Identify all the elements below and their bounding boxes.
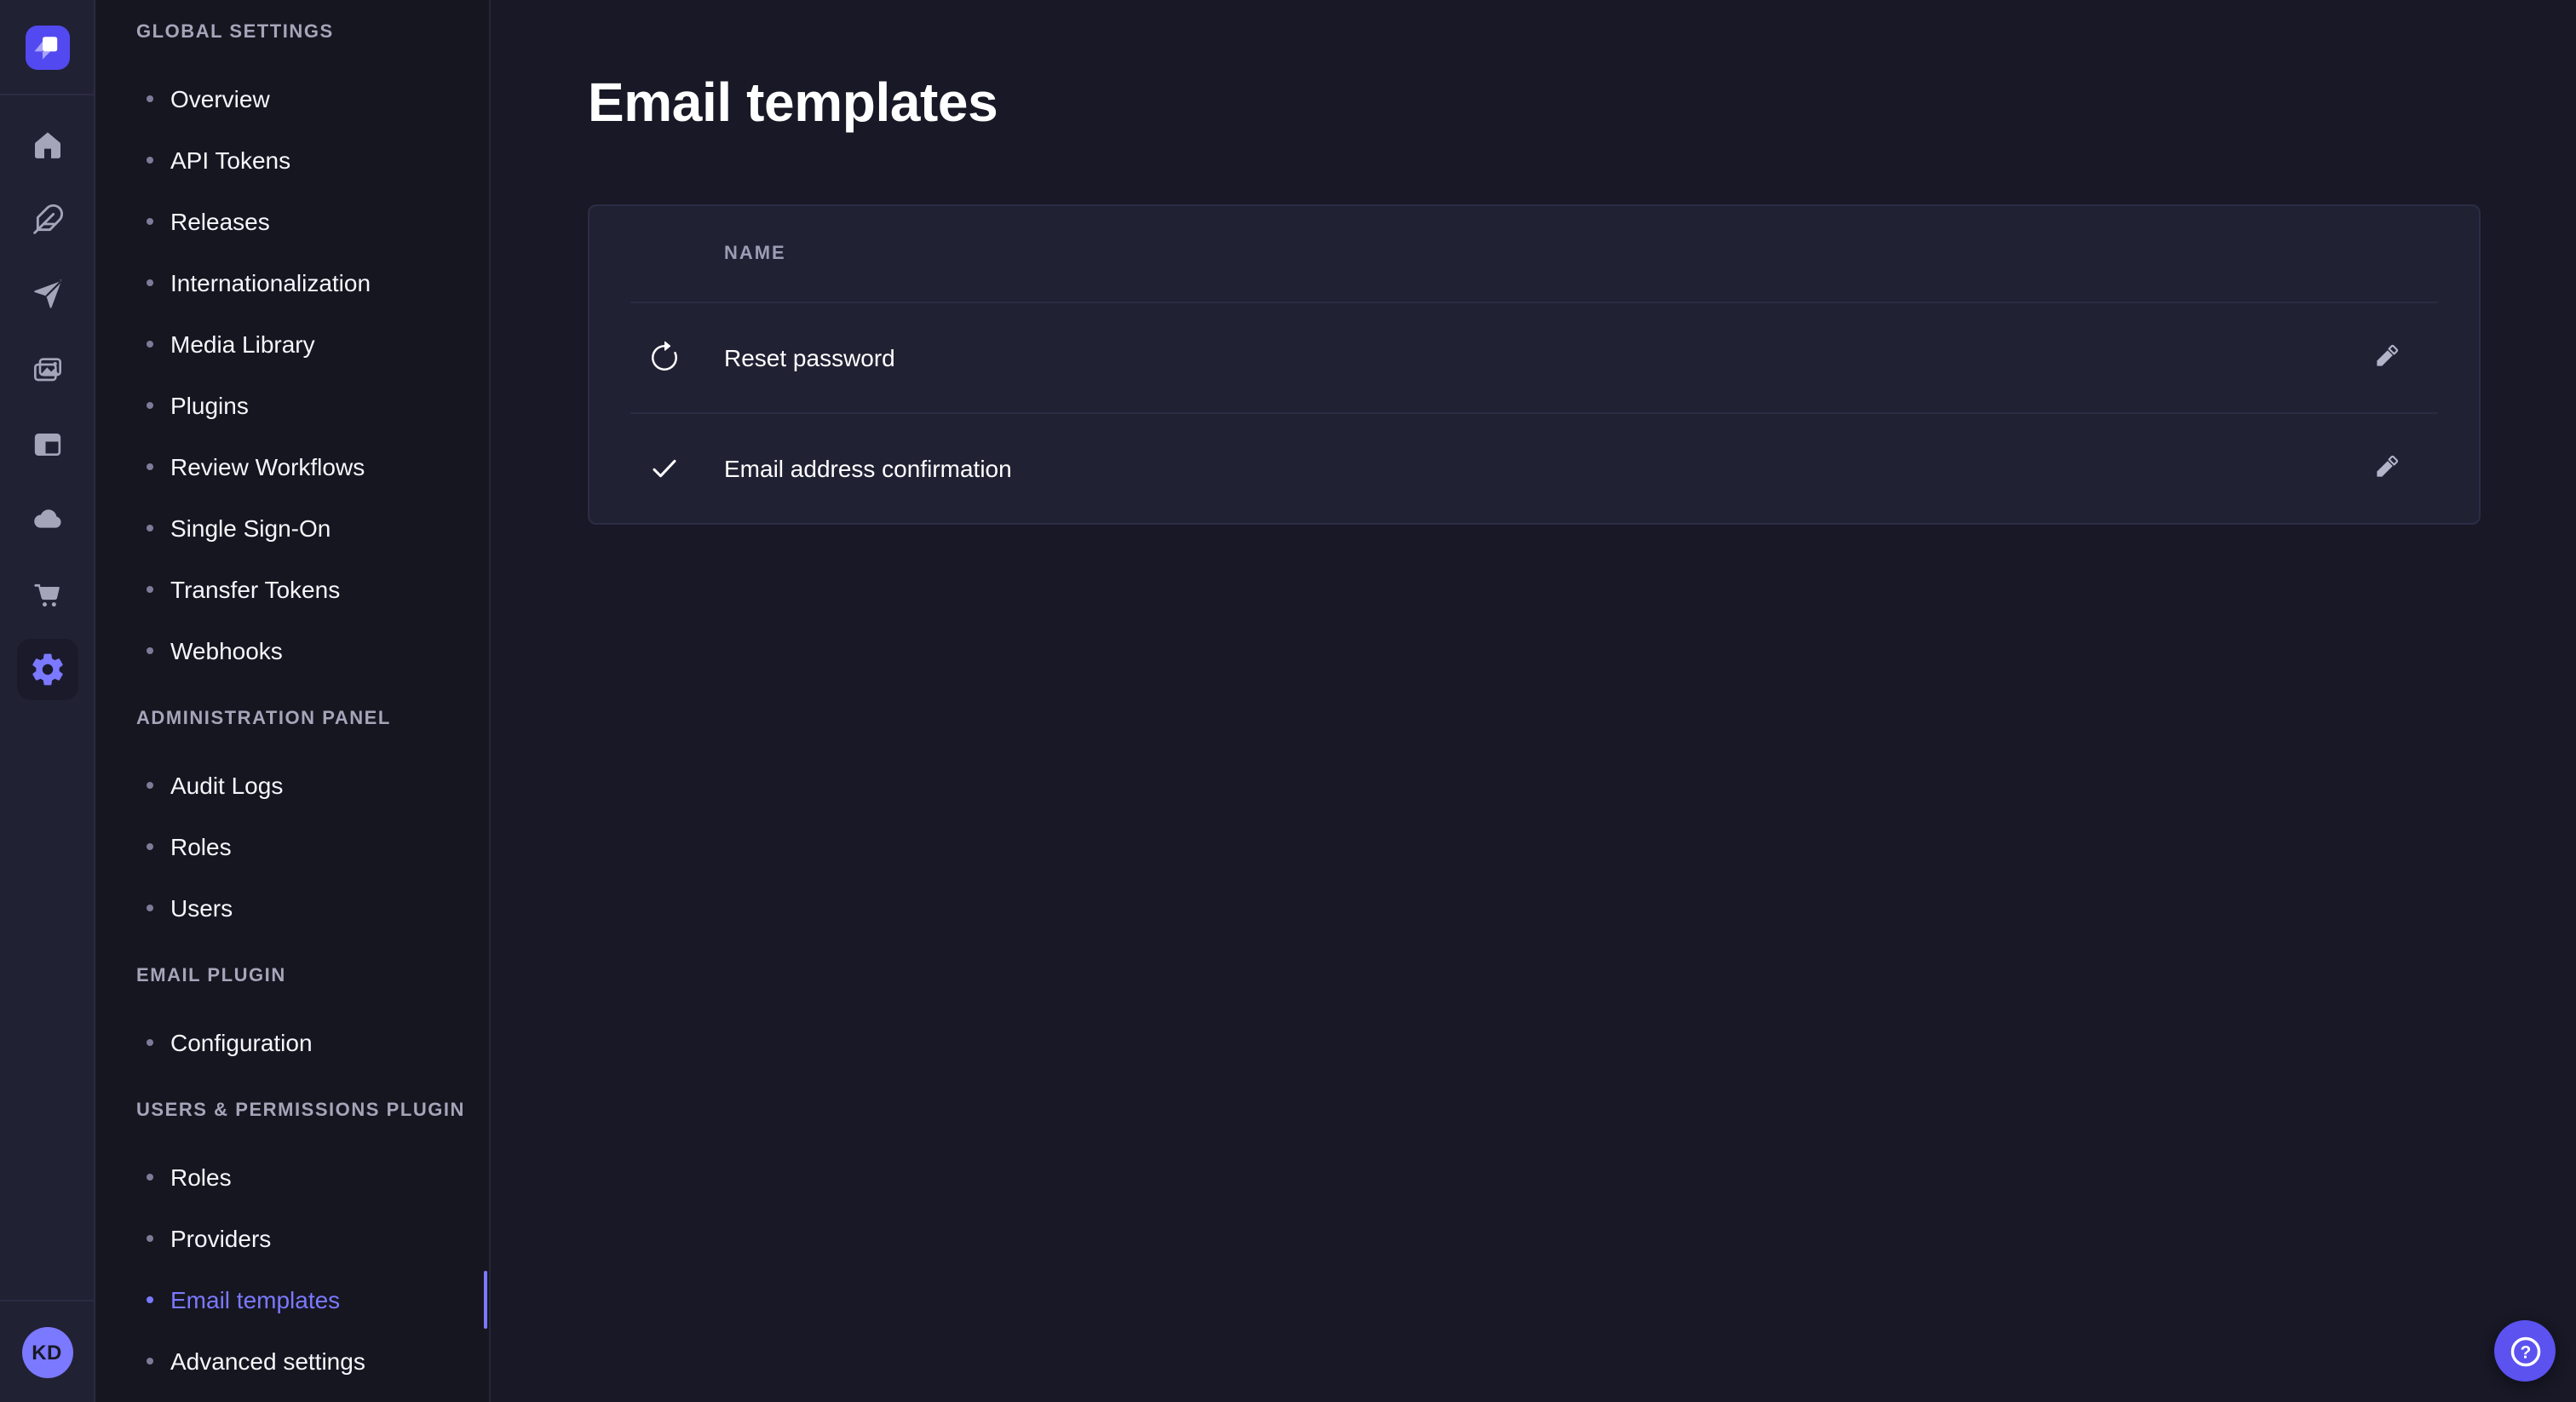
svg-text:?: ? xyxy=(2520,1342,2531,1361)
subnav-item-label: Advanced settings xyxy=(170,1347,365,1375)
gear-icon[interactable] xyxy=(16,639,78,700)
settings-subnav: GLOBAL SETTINGS Overview API Tokens Rele… xyxy=(95,0,491,1402)
subnav-item[interactable]: Single Sign-On xyxy=(95,497,489,559)
subnav-item[interactable]: Advanced settings xyxy=(95,1330,489,1392)
edit-button[interactable] xyxy=(2358,440,2412,495)
subnav-item-label: Providers xyxy=(170,1225,271,1252)
cloud-icon[interactable] xyxy=(16,489,78,550)
subnav-item-label: Review Workflows xyxy=(170,453,365,480)
layout-icon[interactable] xyxy=(16,414,78,475)
pencil-icon xyxy=(2371,453,2400,482)
paper-plane-icon[interactable] xyxy=(16,264,78,325)
feather-icon[interactable] xyxy=(16,189,78,250)
subnav-item-label: Media Library xyxy=(170,330,315,358)
subnav-section: ADMINISTRATION PANEL Audit Logs Roles Us… xyxy=(95,698,489,939)
rail-divider xyxy=(0,1300,94,1301)
table-header-name: NAME xyxy=(589,206,2479,302)
subnav-item[interactable]: Internationalization xyxy=(95,252,489,313)
subnav-section: GLOBAL SETTINGS Overview API Tokens Rele… xyxy=(95,12,489,681)
row-name: Reset password xyxy=(724,343,2358,371)
help-button[interactable]: ? xyxy=(2494,1320,2556,1382)
subnav-item-label: Single Sign-On xyxy=(170,514,331,542)
subnav-section-title: ADMINISTRATION PANEL xyxy=(95,698,489,739)
email-templates-table: NAME Reset password Email address confir… xyxy=(588,204,2481,525)
subnav-item[interactable]: Webhooks xyxy=(95,620,489,681)
subnav-item[interactable]: Media Library xyxy=(95,313,489,375)
rail-items xyxy=(0,95,94,700)
subnav-item-label: Transfer Tokens xyxy=(170,576,340,603)
check-icon xyxy=(647,451,681,485)
subnav-item-label: Users xyxy=(170,894,233,922)
subnav-item[interactable]: API Tokens xyxy=(95,129,489,191)
subnav-section-list: Audit Logs Roles Users xyxy=(95,755,489,939)
avatar[interactable]: KD xyxy=(21,1327,72,1378)
subnav-section: EMAIL PLUGIN Configuration xyxy=(95,956,489,1073)
edit-button[interactable] xyxy=(2358,330,2412,384)
subnav-section-title: EMAIL PLUGIN xyxy=(95,956,489,997)
subnav-section-list: Configuration xyxy=(95,1012,489,1073)
refresh-icon xyxy=(647,340,681,374)
subnav-item[interactable]: Email templates xyxy=(95,1269,489,1330)
subnav-item[interactable]: Providers xyxy=(95,1208,489,1269)
subnav-section-title: USERS & PERMISSIONS PLUGIN xyxy=(95,1090,489,1131)
subnav-item[interactable]: Roles xyxy=(95,816,489,877)
subnav-item-label: API Tokens xyxy=(170,147,290,174)
subnav-item-label: Internationalization xyxy=(170,269,371,296)
main-content: Email templates NAME Reset password Emai… xyxy=(492,0,2576,1402)
subnav-item[interactable]: Releases xyxy=(95,191,489,252)
page-title: Email templates xyxy=(588,68,2481,136)
subnav-item[interactable]: Users xyxy=(95,877,489,939)
subnav-sections: GLOBAL SETTINGS Overview API Tokens Rele… xyxy=(95,12,489,1392)
rail-bottom: KD xyxy=(0,1300,94,1402)
subnav-item-label: Webhooks xyxy=(170,637,283,664)
table-row[interactable]: Email address confirmation xyxy=(589,412,2479,523)
subnav-item-label: Roles xyxy=(170,1164,232,1191)
row-name: Email address confirmation xyxy=(724,454,2358,481)
subnav-item-label: Roles xyxy=(170,833,232,860)
subnav-item-label: Configuration xyxy=(170,1029,313,1056)
table-row[interactable]: Reset password xyxy=(589,302,2479,412)
subnav-item-label: Audit Logs xyxy=(170,772,283,799)
home-icon[interactable] xyxy=(16,114,78,175)
subnav-item[interactable]: Plugins xyxy=(95,375,489,436)
subnav-item[interactable]: Roles xyxy=(95,1146,489,1208)
subnav-item[interactable]: Transfer Tokens xyxy=(95,559,489,620)
subnav-item-label: Releases xyxy=(170,208,270,235)
subnav-item-label: Plugins xyxy=(170,392,249,419)
media-library-icon[interactable] xyxy=(16,339,78,400)
subnav-section-list: Overview API Tokens Releases Internation… xyxy=(95,68,489,681)
main-nav-rail: KD xyxy=(0,0,95,1402)
table-body: Reset password Email address confirmatio… xyxy=(589,302,2479,523)
subnav-section-list: Roles Providers Email templates Advanced… xyxy=(95,1146,489,1392)
subnav-item[interactable]: Configuration xyxy=(95,1012,489,1073)
strapi-logo-icon[interactable] xyxy=(25,26,69,70)
subnav-section-title: GLOBAL SETTINGS xyxy=(95,12,489,53)
app-window: KD GLOBAL SETTINGS Overview API Tokens R… xyxy=(0,0,2576,1402)
subnav-item-label: Email templates xyxy=(170,1286,340,1313)
subnav-item[interactable]: Audit Logs xyxy=(95,755,489,816)
subnav-item[interactable]: Overview xyxy=(95,68,489,129)
subnav-item-label: Overview xyxy=(170,85,270,112)
subnav-item[interactable]: Review Workflows xyxy=(95,436,489,497)
question-circle-icon: ? xyxy=(2505,1331,2544,1370)
cart-icon[interactable] xyxy=(16,564,78,625)
subnav-section: USERS & PERMISSIONS PLUGIN Roles Provide… xyxy=(95,1090,489,1392)
pencil-icon xyxy=(2371,342,2400,371)
